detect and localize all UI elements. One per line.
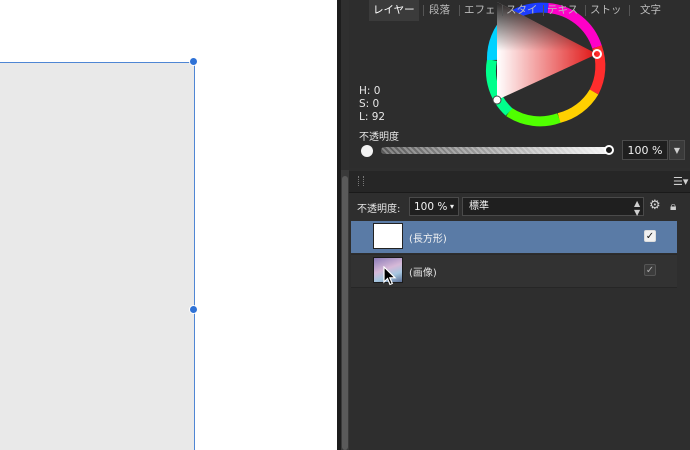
tab-stock[interactable]: ストッ: [590, 0, 624, 21]
chevron-down-icon: ▾: [449, 202, 454, 211]
panel-scrollbar-thumb[interactable]: [342, 176, 348, 450]
layer-thumbnail: [373, 223, 403, 249]
tab-character[interactable]: 文字: [640, 0, 664, 21]
tab-separator: [423, 5, 424, 16]
lightness-value: L: 92: [359, 111, 386, 123]
updown-arrows-icon: ▲ ▼: [634, 199, 641, 217]
sl-marker[interactable]: [492, 95, 502, 105]
rectangle-shape[interactable]: [0, 62, 195, 450]
layer-opacity-label: 不透明度:: [357, 204, 401, 215]
opacity-slider[interactable]: [381, 147, 609, 154]
row-divider: [351, 287, 677, 288]
layer-opacity-value: 100 %: [414, 201, 448, 213]
opacity-slider-knob[interactable]: [604, 145, 614, 155]
mouse-pointer-icon: [383, 266, 397, 286]
layer-name: (画像): [409, 268, 437, 279]
tab-paragraph[interactable]: 段落: [429, 0, 455, 21]
document-canvas[interactable]: [0, 0, 337, 450]
visibility-checkbox[interactable]: ✓: [644, 264, 656, 276]
tab-text-styles[interactable]: テキス: [547, 0, 581, 21]
opacity-dropdown-button[interactable]: ▼: [669, 140, 685, 160]
gear-icon[interactable]: ⚙: [649, 198, 661, 213]
opacity-swatch: [361, 145, 373, 157]
tab-styles[interactable]: スタイ: [506, 0, 540, 21]
tab-effects[interactable]: エフェ: [464, 0, 498, 21]
tab-separator: [585, 5, 586, 16]
layer-row-image[interactable]: (画像) ✓: [351, 254, 677, 287]
panel-tabbar: [349, 171, 690, 193]
saturation-value: S: 0: [359, 98, 380, 110]
hue-value: H: 0: [359, 85, 381, 97]
layer-row-rectangle[interactable]: (長方形) ✓: [351, 221, 677, 253]
tab-separator: [459, 5, 460, 16]
color-opacity-label: 不透明度: [359, 132, 399, 143]
blend-mode-value: 標準: [469, 201, 489, 212]
tab-layers[interactable]: レイヤー: [369, 0, 419, 21]
layer-opacity-field[interactable]: 100 % ▾: [409, 197, 459, 216]
blend-mode-select[interactable]: 標準: [462, 197, 644, 216]
tab-separator: [629, 5, 630, 16]
panel-menu-icon[interactable]: ☰▾: [673, 171, 688, 192]
visibility-checkbox[interactable]: ✓: [644, 230, 656, 242]
panel-grip-handle[interactable]: [358, 176, 364, 186]
tab-separator: [502, 5, 503, 16]
tab-separator: [543, 5, 544, 16]
opacity-field[interactable]: 100 %: [622, 140, 668, 160]
selection-handle-top-right[interactable]: [189, 57, 198, 66]
layer-name: (長方形): [409, 234, 447, 245]
selection-handle-right-middle[interactable]: [189, 305, 198, 314]
lock-icon[interactable]: 🔒︎: [670, 199, 676, 214]
